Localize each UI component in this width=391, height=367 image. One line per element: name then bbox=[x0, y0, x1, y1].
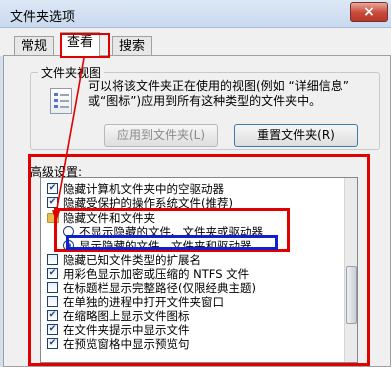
tab-view-highlight bbox=[60, 33, 110, 58]
tab-search[interactable]: 搜索 bbox=[112, 36, 153, 56]
show-hidden-highlight bbox=[66, 235, 278, 250]
reset-folders-button[interactable]: 重置文件夹(R) bbox=[234, 124, 358, 147]
tab-general[interactable]: 常规 bbox=[14, 36, 55, 56]
folder-view-description: 可以将该文件夹正在使用的视图(例如 “详细信息” 或“图标”)应用到所有这种类型… bbox=[88, 79, 349, 108]
window-title: 文件夹选项 bbox=[10, 10, 76, 25]
advanced-settings-highlight bbox=[28, 154, 370, 366]
folder-view-icon bbox=[50, 88, 72, 114]
apply-to-folders-button[interactable]: 应用到文件夹(L) bbox=[104, 124, 218, 147]
close-button[interactable]: × bbox=[350, 2, 388, 22]
title-bar: 文件夹选项 × bbox=[0, 0, 391, 28]
tab-bar: 常规 查看 搜索 bbox=[0, 28, 391, 57]
